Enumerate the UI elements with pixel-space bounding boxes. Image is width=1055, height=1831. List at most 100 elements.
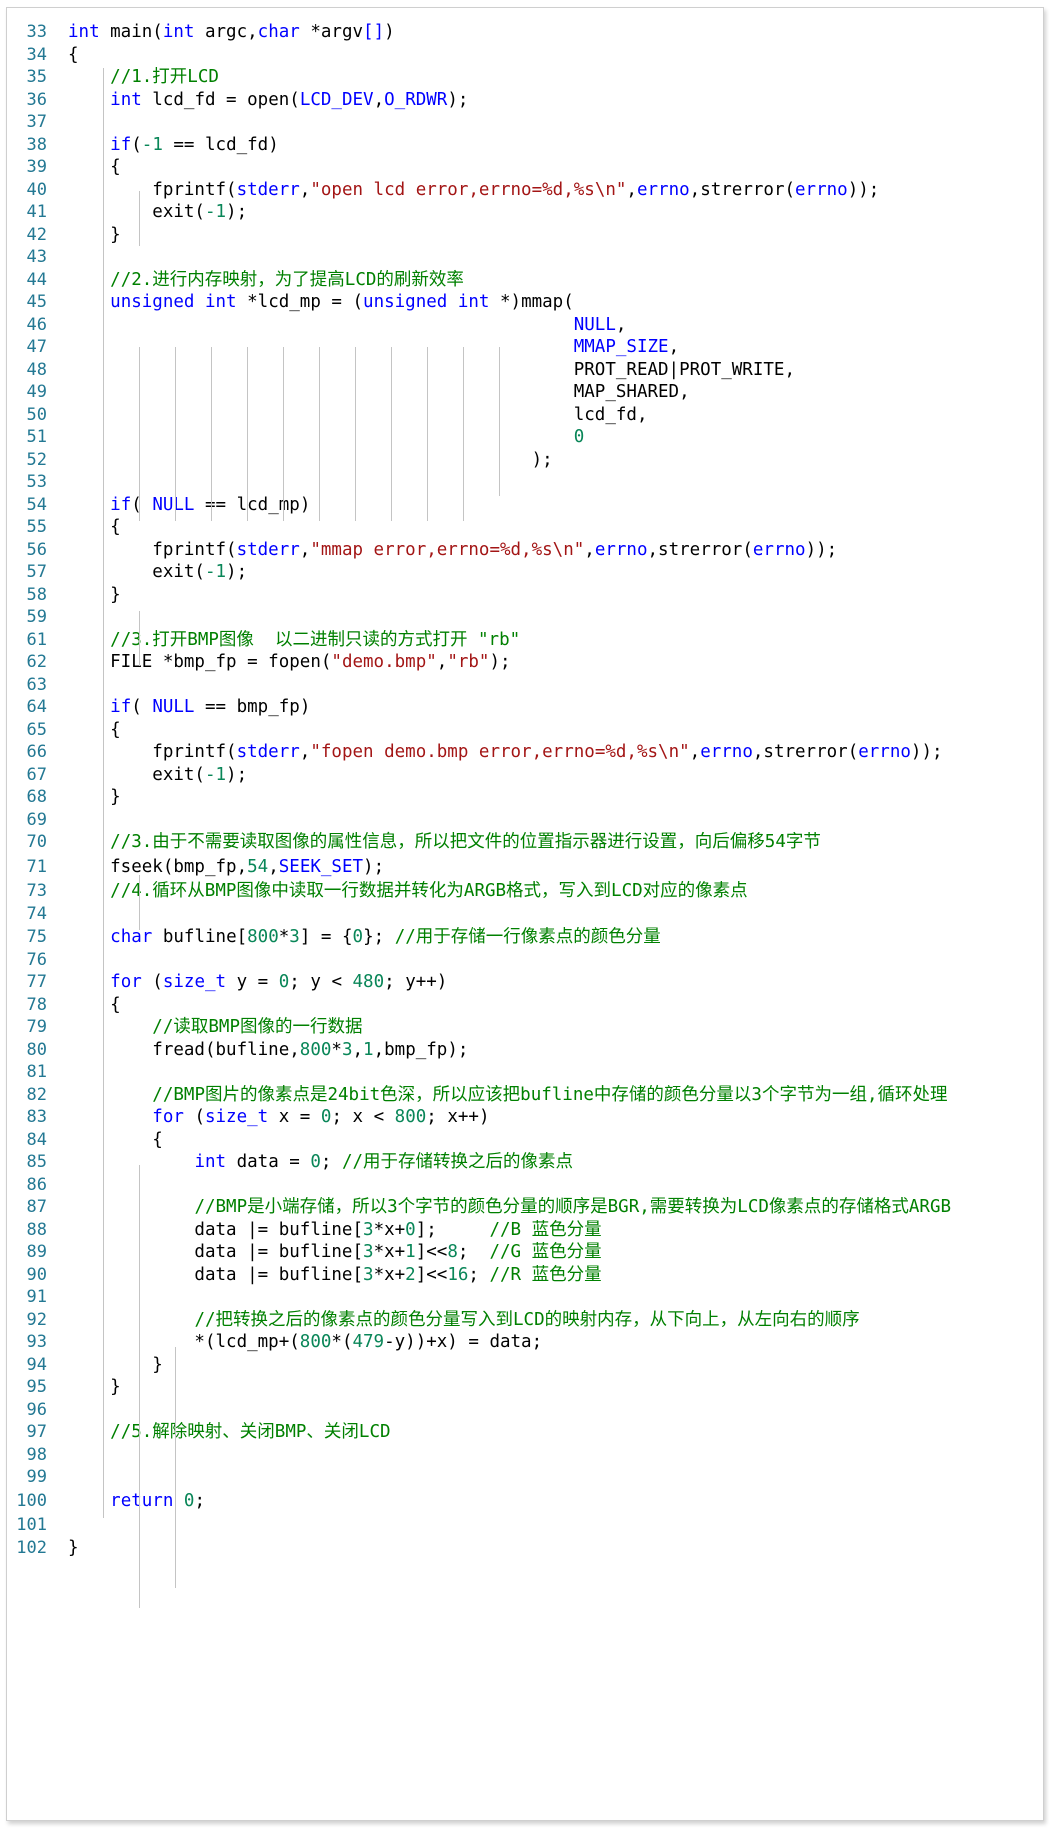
code-token: errno	[752, 539, 806, 560]
code-token: return	[110, 1491, 174, 1511]
indent-guide	[139, 611, 140, 666]
code-token: ,	[689, 742, 701, 762]
code-token: lcd_fd = open(	[141, 89, 300, 110]
code-token: ,bmp_fp);	[373, 1039, 469, 1060]
code-token: exit(	[68, 202, 205, 222]
code-token: *(	[331, 1332, 353, 1352]
code-token: exit(	[68, 764, 205, 785]
code-token: int	[110, 89, 142, 110]
code-token: 0	[310, 1152, 321, 1172]
code-token: {	[68, 719, 121, 740]
code-token: "mmap error,errno=%d,%s\n"	[310, 539, 585, 560]
code-token: );	[363, 856, 385, 877]
code-token: x =	[268, 1107, 321, 1127]
code-token: );	[226, 562, 248, 582]
code-line[interactable]: 70 //3.由于不需要读取图像的属性信息，所以把文件的位置指示器进行设置，向后…	[7, 829, 1043, 856]
code-token: 3	[363, 1264, 374, 1285]
code-token: "rb"	[447, 652, 490, 672]
code-token: fseek(bmp_fp,	[68, 856, 248, 877]
code-token: 0	[352, 927, 364, 947]
code-token: //2.进行内存映射，为了提高LCD的刷新效率	[110, 269, 464, 290]
code-token: ;	[468, 1264, 490, 1285]
code-token: FILE *bmp_fp = fopen(	[68, 652, 332, 672]
code-token: );	[226, 764, 248, 785]
code-token: //5.解除映射、关闭BMP、关闭LCD	[110, 1422, 391, 1442]
code-token: ];	[415, 1219, 490, 1240]
code-token: SEEK_SET	[278, 856, 364, 877]
code-token: }	[68, 1377, 121, 1397]
code-token: argc,	[194, 22, 258, 42]
code-token: //用于存储一行像素点的颜色分量	[394, 927, 661, 947]
code-token: ,	[299, 179, 311, 200]
code-token: main(	[99, 22, 163, 42]
code-token: stderr	[236, 179, 300, 200]
code-token: 0	[573, 427, 585, 447]
code-token: NULL	[573, 314, 616, 335]
code-token: -1	[204, 562, 227, 582]
code-token: unsigned int	[363, 292, 490, 312]
code-token: ,	[352, 1039, 364, 1060]
indent-guide	[391, 347, 392, 521]
code-token: //BMP是小端存储，所以3个字节的颜色分量的顺序是BGR,需要转换为LCD像素…	[194, 1197, 952, 1217]
code-token: int	[194, 1152, 227, 1172]
indent-guide	[247, 347, 248, 521]
code-token: //1.打开LCD	[110, 67, 219, 87]
code-token: ,	[299, 742, 311, 762]
code-token: }	[68, 584, 121, 605]
code-token: errno	[858, 742, 911, 762]
code-token: };	[363, 927, 395, 947]
code-token: unsigned int	[110, 292, 237, 312]
code-token: MMAP_SIZE	[573, 337, 669, 357]
code-token: errno	[700, 742, 753, 762]
code-token: -1	[204, 764, 227, 785]
code-token: ;	[320, 1152, 342, 1172]
code-token: ,	[436, 652, 448, 672]
indent-guide	[175, 1347, 176, 1588]
code-token: (	[183, 1107, 205, 1127]
code-token: bufline[	[152, 927, 248, 947]
code-token: int	[68, 22, 100, 42]
indent-guide	[139, 1165, 140, 1608]
code-token: for	[152, 1107, 184, 1127]
code-token: );	[489, 652, 511, 672]
line-number: 70	[26, 832, 47, 852]
code-token: //读取BMP图像的一行数据	[152, 1017, 363, 1037]
code-token: char	[110, 927, 153, 947]
code-text: }	[68, 1535, 79, 1562]
code-token: );	[226, 202, 248, 222]
code-token: == lcd_fd)	[162, 134, 279, 155]
code-token: ,	[668, 337, 680, 357]
code-token: *)mmap(	[489, 292, 574, 312]
code-token: O_RDWR	[384, 89, 448, 110]
code-line[interactable]: 71 fseek(bmp_fp,54,SEEK_SET);	[7, 854, 1043, 881]
code-token: -1	[204, 202, 227, 222]
indent-guide	[427, 347, 428, 521]
code-token: //G 蓝色分量	[489, 1242, 602, 1262]
code-token: NULL	[152, 697, 195, 717]
code-token: stderr	[236, 539, 300, 560]
code-line[interactable]: 102}	[7, 1535, 1043, 1562]
code-token: (	[131, 697, 153, 717]
code-token: //R 蓝色分量	[489, 1264, 602, 1285]
code-line[interactable]: 99	[7, 1464, 1043, 1491]
indent-guide	[139, 875, 140, 930]
code-token: ; x++)	[426, 1107, 490, 1127]
code-token: ,strerror(	[647, 539, 753, 560]
code-token: ,strerror(	[752, 742, 859, 762]
code-token: ,	[584, 539, 595, 560]
code-token: ; y <	[289, 972, 353, 992]
code-token: -y))+x) = data;	[384, 1332, 543, 1352]
code-token: 8	[447, 1242, 458, 1262]
code-token: fprintf(	[68, 742, 237, 762]
code-token: *	[278, 927, 290, 947]
code-token: ,strerror(	[689, 179, 796, 200]
code-token: 2	[405, 1264, 416, 1285]
code-token: //4.循环从BMP图像中读取一行数据并转化为ARGB格式，写入到LCD对应的像…	[110, 881, 748, 901]
code-token: }	[68, 1354, 163, 1375]
code-token: "fopen demo.bmp error,errno=%d,%s\n"	[310, 742, 690, 762]
